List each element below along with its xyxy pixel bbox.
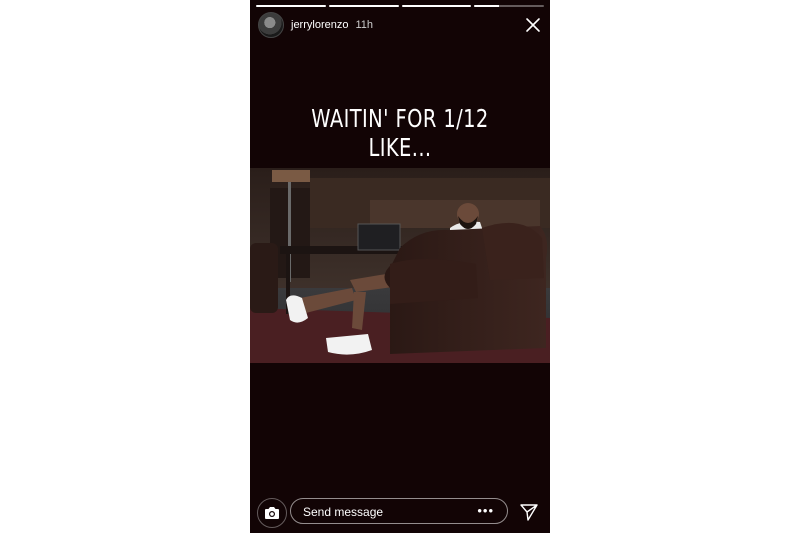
avatar[interactable] [258, 12, 284, 38]
story-caption: WAITIN' FOR 1/12 LIKE... [311, 104, 489, 162]
username[interactable]: jerrylorenzo [291, 19, 348, 31]
close-icon[interactable] [524, 16, 542, 34]
progress-fill [401, 5, 472, 7]
progress-fill [256, 5, 326, 7]
progress-segment [401, 5, 472, 7]
progress-segment [474, 5, 544, 7]
progress-segment [256, 5, 326, 7]
paper-plane-icon[interactable] [519, 502, 539, 522]
message-field[interactable]: ••• [290, 498, 508, 524]
story-photo[interactable] [250, 168, 550, 363]
progress-fill [328, 5, 399, 7]
more-dots-icon[interactable]: ••• [477, 503, 494, 518]
send-message-input[interactable] [303, 503, 473, 521]
camera-icon [265, 507, 279, 519]
post-time: 11h [355, 19, 374, 31]
story-progress-bar [256, 5, 544, 7]
story-viewer: jerrylorenzo 11h WAITIN' FOR 1/12 LIKE..… [250, 0, 550, 533]
progress-fill [474, 5, 499, 7]
story-header: jerrylorenzo 11h [258, 12, 542, 38]
camera-button[interactable] [257, 498, 287, 528]
progress-segment [328, 5, 399, 7]
reply-bar: ••• [250, 497, 550, 528]
